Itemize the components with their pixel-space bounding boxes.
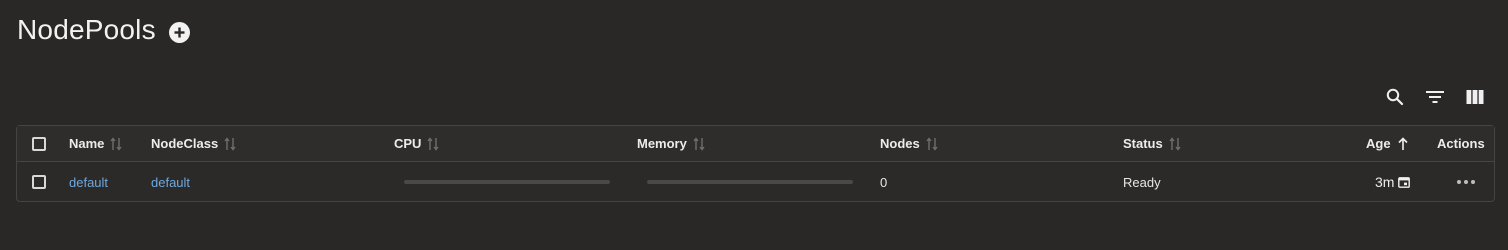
age-value: 3m <box>1375 174 1395 190</box>
search-button[interactable] <box>1384 86 1406 108</box>
dot-icon <box>1464 180 1468 184</box>
column-header-actions: Actions <box>1437 126 1485 161</box>
plus-icon <box>174 27 185 37</box>
nodes-cell: 0 <box>880 162 887 202</box>
nodeclass-cell: default <box>151 162 190 202</box>
page-title: NodePools <box>17 14 156 45</box>
status-cell: Ready <box>1123 162 1161 202</box>
row-checkbox[interactable] <box>32 175 46 189</box>
column-header-status[interactable]: Status <box>1123 126 1181 161</box>
actions-cell <box>1453 162 1479 202</box>
column-label: Actions <box>1437 136 1485 151</box>
column-label: Name <box>69 136 105 151</box>
table-header-row: Name NodeClass CPU Memory Nodes Status A… <box>17 126 1494 162</box>
table-row: default default 0 Ready 3m <box>17 162 1494 202</box>
column-label: NodeClass <box>151 136 219 151</box>
memory-usage-bar <box>647 180 853 184</box>
column-label: Nodes <box>880 136 920 151</box>
nodeclass-link[interactable]: default <box>151 175 190 190</box>
column-label: Memory <box>637 136 687 151</box>
sort-icon <box>110 136 122 151</box>
row-select-cell <box>32 162 46 202</box>
table-toolbar <box>1384 86 1486 108</box>
sort-icon <box>926 136 938 151</box>
dot-icon <box>1471 180 1475 184</box>
columns-icon <box>1466 90 1484 104</box>
column-header-name[interactable]: Name <box>69 126 122 161</box>
search-icon <box>1386 88 1404 106</box>
age-cell: 3m <box>1375 162 1411 202</box>
column-header-nodeclass[interactable]: NodeClass <box>151 126 236 161</box>
filter-icon <box>1426 91 1444 103</box>
dot-icon <box>1457 180 1461 184</box>
status-text: Ready <box>1123 174 1161 190</box>
column-header-memory[interactable]: Memory <box>637 126 705 161</box>
select-all-cell <box>32 126 46 161</box>
row-actions-menu-button[interactable] <box>1453 176 1479 188</box>
sort-ascending-icon <box>1397 136 1409 151</box>
page-header: NodePools <box>17 14 190 46</box>
columns-button[interactable] <box>1464 86 1486 108</box>
sort-icon <box>693 136 705 151</box>
column-header-cpu[interactable]: CPU <box>394 126 439 161</box>
column-label: Age <box>1366 136 1391 151</box>
column-header-age[interactable]: Age <box>1366 126 1409 161</box>
calendar-icon <box>1398 176 1411 188</box>
nodepool-name-link[interactable]: default <box>69 175 108 190</box>
name-cell: default <box>69 162 108 202</box>
nodepools-table: Name NodeClass CPU Memory Nodes Status A… <box>16 125 1495 202</box>
memory-cell <box>647 162 853 202</box>
column-label: CPU <box>394 136 422 151</box>
cpu-usage-bar <box>404 180 610 184</box>
column-header-nodes[interactable]: Nodes <box>880 126 938 161</box>
cpu-cell <box>404 162 610 202</box>
nodes-count: 0 <box>880 174 888 190</box>
sort-icon <box>224 136 236 151</box>
select-all-checkbox[interactable] <box>32 136 46 151</box>
filter-button[interactable] <box>1424 86 1446 108</box>
sort-icon <box>1169 136 1181 151</box>
column-label: Status <box>1123 136 1163 151</box>
add-nodepool-button[interactable] <box>168 21 190 43</box>
sort-icon <box>427 136 439 151</box>
